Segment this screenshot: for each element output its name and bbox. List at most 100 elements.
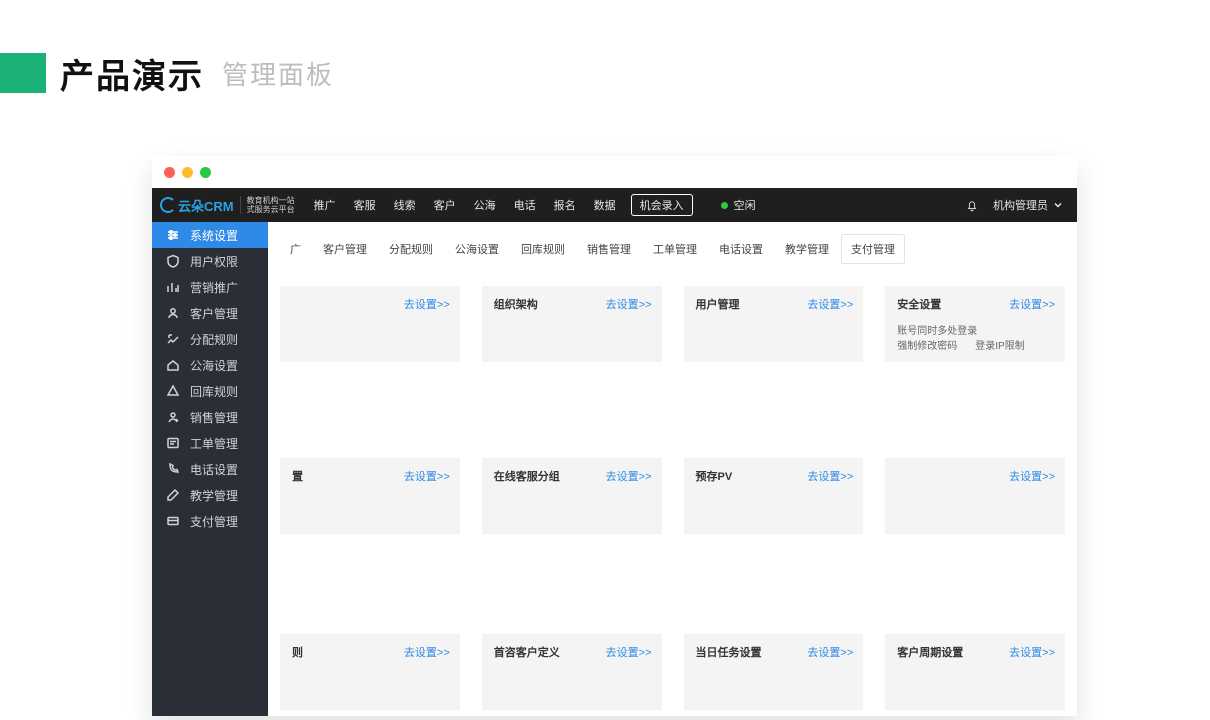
go-settings-link[interactable]: 去设置>> (1009, 468, 1055, 484)
page-title: 产品演示 (60, 49, 204, 98)
house-icon (166, 358, 180, 372)
pen-icon (166, 488, 180, 502)
user-menu[interactable]: 机构管理员 (993, 197, 1063, 213)
chevron-down-icon (1053, 200, 1063, 210)
sidebar-item-label: 分配规则 (190, 331, 238, 348)
sidebar-item[interactable]: 销售管理 (152, 404, 268, 430)
settings-card: 安全设置去设置>>账号同时多处登录强制修改密码登录IP限制 (885, 286, 1065, 362)
page-subtitle: 管理面板 (222, 55, 334, 92)
card-row-3: 则去设置>>首咨客户定义去设置>>当日任务设置去设置>>客户周期设置去设置>> (268, 628, 1077, 716)
nav-item[interactable]: 客服 (345, 197, 385, 213)
record-button[interactable]: 机会录入 (631, 194, 693, 216)
card-sub-item: 强制修改密码 (897, 337, 957, 352)
go-settings-link[interactable]: 去设置>> (606, 644, 652, 660)
rule-icon (166, 332, 180, 346)
sidebar: 系统设置用户权限营销推广客户管理分配规则公海设置回库规则销售管理工单管理电话设置… (152, 222, 268, 716)
phone-icon (166, 462, 180, 476)
sidebar-item[interactable]: 用户权限 (152, 248, 268, 274)
go-settings-link[interactable]: 去设置>> (606, 296, 652, 312)
card-sub-items: 账号同时多处登录强制修改密码 登录IP限制 (897, 322, 1053, 352)
settings-card: 首咨客户定义去设置>> (482, 634, 662, 710)
triangle-icon (166, 384, 180, 398)
sidebar-item-label: 支付管理 (190, 513, 238, 530)
sidebar-item[interactable]: 客户管理 (152, 300, 268, 326)
tab-bar: 广客户管理分配规则公海设置回库规则销售管理工单管理电话设置教学管理支付管理 (268, 222, 1077, 270)
tab[interactable]: 回库规则 (511, 234, 575, 264)
settings-card: 在线客服分组去设置>> (482, 458, 662, 534)
card-row-2: 置去设置>>在线客服分组去设置>>预存PV去设置>>去设置>> (268, 452, 1077, 540)
brand-name: 云朵CRM (178, 196, 234, 215)
sidebar-item[interactable]: 系统设置 (152, 222, 268, 248)
tab[interactable]: 工单管理 (643, 234, 707, 264)
nav-item[interactable]: 电话 (505, 197, 545, 213)
sidebar-item[interactable]: 分配规则 (152, 326, 268, 352)
tab[interactable]: 公海设置 (445, 234, 509, 264)
go-settings-link[interactable]: 去设置>> (807, 468, 853, 484)
settings-card: 置去设置>> (280, 458, 460, 534)
top-nav: 推广 客服 线索 客户 公海 电话 报名 数据 机会录入 (305, 194, 693, 216)
card-sub-item: 账号同时多处登录 (897, 322, 977, 337)
settings-card: 用户管理去设置>> (684, 286, 864, 362)
card-sub-item: 登录IP限制 (975, 337, 1024, 352)
sidebar-item[interactable]: 电话设置 (152, 456, 268, 482)
tab[interactable]: 广 (280, 234, 311, 264)
chart-icon (166, 280, 180, 294)
brand-tagline: 教育机构一站式服务云平台 (240, 196, 295, 214)
shield-icon (166, 254, 180, 268)
status-label: 空闲 (734, 197, 756, 213)
window-chrome (152, 156, 1077, 188)
tab[interactable]: 分配规则 (379, 234, 443, 264)
tab[interactable]: 销售管理 (577, 234, 641, 264)
sidebar-item-label: 回库规则 (190, 383, 238, 400)
ticket-icon (166, 436, 180, 450)
nav-item[interactable]: 报名 (545, 197, 585, 213)
sidebar-item[interactable]: 工单管理 (152, 430, 268, 456)
status-indicator[interactable]: 空闲 (721, 197, 756, 213)
go-settings-link[interactable]: 去设置>> (1009, 644, 1055, 660)
go-settings-link[interactable]: 去设置>> (606, 468, 652, 484)
go-settings-link[interactable]: 去设置>> (807, 296, 853, 312)
bell-icon[interactable] (965, 197, 979, 213)
accent-bar (0, 53, 46, 93)
nav-item[interactable]: 数据 (585, 197, 625, 213)
settings-card: 当日任务设置去设置>> (684, 634, 864, 710)
go-settings-link[interactable]: 去设置>> (807, 644, 853, 660)
nav-item[interactable]: 客户 (425, 197, 465, 213)
settings-icon (166, 228, 180, 242)
go-settings-link[interactable]: 去设置>> (404, 644, 450, 660)
brand-logo[interactable]: 云朵CRM 教育机构一站式服务云平台 (152, 196, 305, 215)
status-dot-icon (721, 202, 728, 209)
tab[interactable]: 教学管理 (775, 234, 839, 264)
go-settings-link[interactable]: 去设置>> (404, 296, 450, 312)
settings-card: 客户周期设置去设置>> (885, 634, 1065, 710)
nav-item[interactable]: 公海 (465, 197, 505, 213)
sidebar-item-label: 客户管理 (190, 305, 238, 322)
nav-item[interactable]: 推广 (305, 197, 345, 213)
card-icon (166, 514, 180, 528)
nav-item[interactable]: 线索 (385, 197, 425, 213)
sidebar-item-label: 营销推广 (190, 279, 238, 296)
app-header: 云朵CRM 教育机构一站式服务云平台 推广 客服 线索 客户 公海 电话 报名 … (152, 188, 1077, 222)
sidebar-item-label: 公海设置 (190, 357, 238, 374)
settings-card: 预存PV去设置>> (684, 458, 864, 534)
sidebar-item-label: 系统设置 (190, 227, 238, 244)
sidebar-item[interactable]: 支付管理 (152, 508, 268, 534)
sidebar-item[interactable]: 教学管理 (152, 482, 268, 508)
app-window: 云朵CRM 教育机构一站式服务云平台 推广 客服 线索 客户 公海 电话 报名 … (152, 156, 1077, 716)
sidebar-item-label: 工单管理 (190, 435, 238, 452)
user-label: 机构管理员 (993, 197, 1048, 213)
sidebar-item[interactable]: 回库规则 (152, 378, 268, 404)
tab[interactable]: 电话设置 (709, 234, 773, 264)
tab[interactable]: 客户管理 (313, 234, 377, 264)
page-title-row: 产品演示 管理面板 (0, 48, 334, 98)
sidebar-item[interactable]: 营销推广 (152, 274, 268, 300)
main-panel: 广客户管理分配规则公海设置回库规则销售管理工单管理电话设置教学管理支付管理 去设… (268, 222, 1077, 716)
minimize-icon[interactable] (182, 167, 193, 178)
tab[interactable]: 支付管理 (841, 234, 905, 264)
go-settings-link[interactable]: 去设置>> (404, 468, 450, 484)
settings-card: 组织架构去设置>> (482, 286, 662, 362)
sidebar-item[interactable]: 公海设置 (152, 352, 268, 378)
close-icon[interactable] (164, 167, 175, 178)
maximize-icon[interactable] (200, 167, 211, 178)
go-settings-link[interactable]: 去设置>> (1009, 296, 1055, 312)
